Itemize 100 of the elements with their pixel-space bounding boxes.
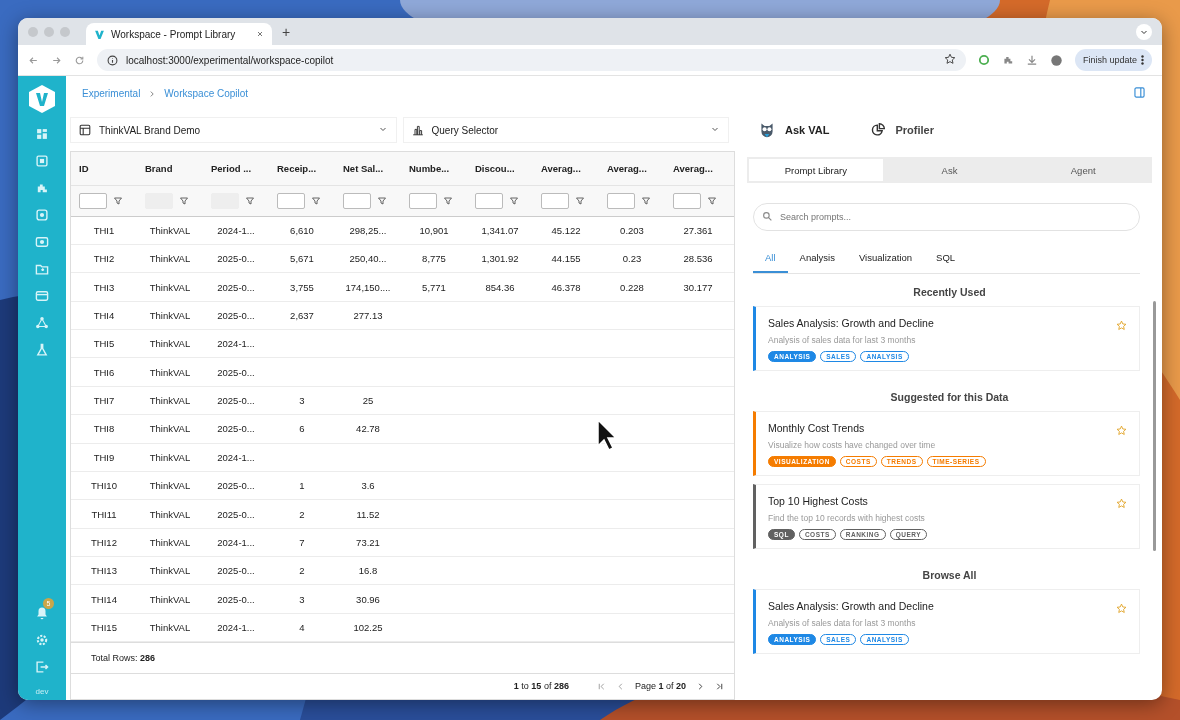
category-tab[interactable]: SQL: [924, 243, 968, 273]
column-header[interactable]: Period ...: [203, 163, 269, 175]
logout-icon[interactable]: [35, 660, 49, 674]
browser-tab[interactable]: Workspace - Prompt Library: [86, 23, 272, 45]
filter-icon: [311, 195, 321, 206]
table-cell-text: 10,901: [418, 224, 450, 236]
table-cell-text: 6: [298, 423, 306, 435]
mode-tab[interactable]: Agent: [1016, 159, 1150, 181]
scrollbar[interactable]: [1153, 301, 1156, 551]
table-cell-text: ThinkVAL: [148, 451, 192, 463]
settings-icon[interactable]: [35, 633, 49, 647]
window-control-icon[interactable]: [60, 26, 70, 37]
mode-tab[interactable]: Ask: [882, 159, 1017, 181]
table-cell-text: 2: [298, 508, 306, 520]
next-page-button[interactable]: [696, 681, 705, 691]
table-cell-text: 2024-1...: [216, 338, 256, 350]
reload-icon: [74, 54, 85, 66]
column-header[interactable]: Brand: [137, 163, 203, 175]
column-header[interactable]: Numbe...: [401, 163, 467, 175]
table-cell-text: THI1: [92, 224, 116, 236]
section-heading: Recently Used: [912, 286, 987, 298]
table-cell-text: 25: [361, 395, 375, 406]
column-header[interactable]: Averag...: [533, 163, 599, 175]
filter-field[interactable]: [541, 192, 569, 209]
breadcrumb-link[interactable]: Workspace Copilot: [164, 88, 249, 99]
table-cell-text: 2025-0...: [216, 281, 256, 293]
dropdown-selector[interactable]: Query Selector: [402, 117, 729, 143]
table-cell-text: 3: [298, 395, 306, 406]
document-icon[interactable]: [35, 154, 49, 168]
mode-tab[interactable]: Prompt Library: [749, 159, 883, 181]
column-header[interactable]: Discou...: [467, 163, 533, 175]
table-cell-text: 0.203: [619, 224, 645, 236]
new-tab-button[interactable]: +: [278, 23, 295, 40]
column-header[interactable]: ID: [71, 163, 137, 175]
dashboard-icon[interactable]: [35, 127, 49, 141]
prompt-title: Monthly Cost Trends: [768, 422, 865, 434]
last-page-button[interactable]: [715, 681, 724, 691]
folder-icon[interactable]: [35, 262, 49, 276]
download-icon: [1025, 54, 1038, 66]
search-field[interactable]: Search prompts...: [753, 203, 1140, 231]
previous-page-button[interactable]: [615, 681, 625, 691]
last-page-icon: [715, 681, 724, 691]
tab-menu-button[interactable]: [1136, 23, 1152, 40]
table-cell-text: ThinkVAL: [148, 593, 192, 605]
table-cell-text: THI14: [90, 593, 118, 605]
category-tab[interactable]: Analysis: [787, 243, 847, 273]
filter-field[interactable]: [409, 192, 437, 209]
table-cell-text: 2025-0...: [216, 395, 256, 406]
panel-tab[interactable]: Profiler: [865, 119, 940, 141]
table-cell-text: THI9: [92, 451, 116, 463]
table-cell-text: 3,755: [289, 281, 315, 293]
star-icon: [1116, 603, 1127, 614]
search-icon: [762, 211, 773, 222]
network-icon[interactable]: [35, 316, 49, 330]
category-tab[interactable]: Visualization: [846, 243, 925, 273]
table-cell-text: 2025-0...: [216, 508, 256, 520]
breadcrumb-link[interactable]: Experimental: [82, 88, 141, 99]
filter-field[interactable]: [343, 192, 371, 209]
table-cell-text: 73.21: [355, 536, 381, 548]
square-icon[interactable]: [35, 208, 49, 222]
section-heading: Browse All: [921, 569, 978, 581]
close-icon: [256, 29, 264, 38]
table-cell-text: ThinkVAL: [148, 395, 192, 406]
table-cell-text: 5,771: [421, 281, 447, 293]
table-cell-text: 298,25...: [348, 224, 388, 236]
filter-field[interactable]: [607, 192, 635, 209]
table-cell-text: 4: [298, 622, 306, 633]
star-icon: [1116, 320, 1127, 331]
section-heading: Suggested for this Data: [889, 391, 1010, 403]
pie-chart-icon: [871, 123, 886, 137]
column-header[interactable]: Averag...: [665, 163, 731, 175]
table-cell-text: ThinkVAL: [148, 622, 192, 633]
category-tab[interactable]: All: [753, 243, 788, 273]
column-header[interactable]: Receip...: [269, 163, 335, 175]
window-control-icon[interactable]: [28, 26, 38, 37]
card-icon[interactable]: [35, 289, 49, 303]
filter-field[interactable]: [673, 192, 701, 209]
filter-field[interactable]: [475, 192, 503, 209]
table-cell-text: 2025-0...: [216, 480, 256, 492]
chevron-left-icon: [615, 681, 625, 691]
table-cell-text: 27.361: [682, 224, 714, 236]
camera-icon[interactable]: [35, 235, 49, 249]
prompt-description: Visualize how costs have changed over time: [768, 440, 937, 450]
dropdown-selector[interactable]: ThinkVAL Brand Demo: [70, 117, 397, 143]
flask-icon[interactable]: [35, 343, 49, 357]
finish-update-button[interactable]: Finish update: [1074, 49, 1152, 71]
table-cell-text: 8,775: [421, 253, 447, 265]
address-bar[interactable]: localhost:3000/experimental/workspace-copilot: [97, 49, 966, 71]
column-header[interactable]: Net Sal...: [335, 163, 401, 175]
window-control-icon[interactable]: [44, 26, 54, 37]
column-header[interactable]: Averag...: [599, 163, 665, 175]
filter-field[interactable]: [79, 192, 107, 209]
filter-field[interactable]: [277, 192, 305, 209]
panel-tab[interactable]: Ask VAL: [753, 118, 836, 142]
logo-icon[interactable]: [28, 84, 56, 114]
star-icon: [943, 53, 956, 65]
table-cell-text: ThinkVAL: [148, 536, 192, 548]
bell-icon[interactable]: [35, 606, 49, 620]
filter-icon: [179, 195, 189, 206]
first-page-button[interactable]: [596, 681, 606, 691]
